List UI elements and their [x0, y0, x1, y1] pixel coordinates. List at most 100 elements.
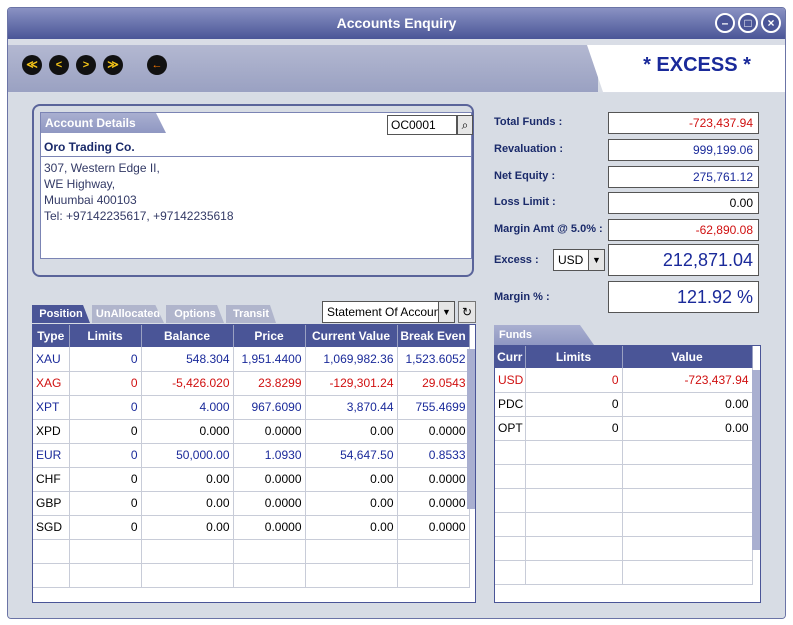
cell-break-even: 0.0000 — [397, 419, 470, 444]
table-row[interactable]: XPD 0 0.000 0.0000 0.00 0.0000 — [33, 419, 470, 444]
cell-limits: 0 — [525, 368, 623, 393]
account-details-panel: Account Details OC0001 ⌕ Oro Trading Co.… — [32, 104, 474, 277]
close-button[interactable]: × — [761, 13, 781, 33]
revaluation-value: 999,199.06 — [608, 139, 759, 161]
cell-type: CHF — [33, 467, 70, 492]
tab-unallocated[interactable]: UnAllocated — [92, 305, 164, 323]
refresh-icon: ↻ — [461, 305, 473, 319]
empty-row — [495, 488, 753, 513]
cell-current-value: 54,647.50 — [305, 443, 398, 468]
window-title: Accounts Enquiry — [336, 15, 457, 31]
empty-row — [495, 560, 753, 585]
last-record-button[interactable]: ≫ — [103, 55, 123, 75]
previous-record-button[interactable]: < — [49, 55, 69, 75]
cell-current-value: 0.00 — [305, 467, 398, 492]
cell-break-even: 0.0000 — [397, 491, 470, 516]
funds-scrollbar[interactable] — [752, 370, 760, 550]
cell-current-value: 0.00 — [305, 491, 398, 516]
refresh-button[interactable]: ↻ — [458, 301, 476, 323]
excess-currency-value: USD — [558, 253, 584, 267]
cell-price: 0.0000 — [233, 419, 306, 444]
address-line-2: WE Highway, — [44, 177, 116, 191]
account-code-input[interactable]: OC0001 — [387, 115, 457, 135]
cell-limits: 0 — [69, 515, 142, 540]
cell-limits: 0 — [69, 347, 142, 372]
maximize-button[interactable]: □ — [738, 13, 758, 33]
table-row[interactable]: XAU 0 548.304 1,951.4400 1,069,982.36 1,… — [33, 347, 470, 372]
statement-select[interactable]: Statement Of Account ▼ — [322, 301, 455, 323]
cell-limits: 0 — [525, 416, 623, 441]
minimize-button[interactable]: – — [715, 13, 735, 33]
column-header-curr[interactable]: Curr — [495, 346, 526, 368]
table-row[interactable]: OPT 0 0.00 — [495, 416, 753, 441]
revaluation-label: Revaluation : — [494, 143, 564, 155]
funds-grid: Curr Limits Value USD 0 -723,437.94 PDC … — [494, 345, 761, 603]
tab-transit[interactable]: Transit — [226, 305, 276, 323]
column-header-value[interactable]: Value — [622, 346, 753, 368]
column-header-type[interactable]: Type — [33, 325, 70, 347]
account-details-label: Account Details — [41, 113, 166, 133]
search-icon[interactable]: ⌕ — [457, 115, 473, 135]
cell-limits: 0 — [69, 491, 142, 516]
empty-row — [495, 512, 753, 537]
margin-percent-value: 121.92 % — [608, 281, 759, 313]
net-equity-label: Net Equity : — [494, 170, 556, 182]
cell-balance: 0.000 — [141, 419, 234, 444]
cell-limits: 0 — [69, 371, 142, 396]
table-row[interactable]: EUR 0 50,000.00 1.0930 54,647.50 0.8533 — [33, 443, 470, 468]
column-header-limits[interactable]: Limits — [69, 325, 142, 347]
total-funds-value: -723,437.94 — [608, 112, 759, 134]
cell-type: XAG — [33, 371, 70, 396]
cell-balance: 0.00 — [141, 515, 234, 540]
cell-type: XPD — [33, 419, 70, 444]
table-row[interactable]: PDC 0 0.00 — [495, 392, 753, 417]
empty-row — [33, 539, 470, 564]
column-header-balance[interactable]: Balance — [141, 325, 234, 347]
cell-limits: 0 — [69, 443, 142, 468]
statement-select-value: Statement Of Account — [327, 305, 444, 319]
table-row[interactable]: GBP 0 0.00 0.0000 0.00 0.0000 — [33, 491, 470, 516]
column-header-limits[interactable]: Limits — [525, 346, 623, 368]
status-banner: * EXCESS * — [587, 45, 785, 92]
column-header-break-even[interactable]: Break Even — [397, 325, 470, 347]
cell-balance: 4.000 — [141, 395, 234, 420]
address-line-3: Muumbai 400103 — [44, 193, 137, 207]
margin-amount-value: -62,890.08 — [608, 219, 759, 241]
column-header-current-value[interactable]: Current Value — [305, 325, 398, 347]
cell-current-value: 0.00 — [305, 515, 398, 540]
tab-options[interactable]: Options — [166, 305, 224, 323]
maximize-icon: □ — [744, 16, 752, 30]
table-row[interactable]: XPT 0 4.000 967.6090 3,870.44 755.4699 — [33, 395, 470, 420]
table-row[interactable]: USD 0 -723,437.94 — [495, 368, 753, 393]
tab-position[interactable]: Position — [32, 305, 90, 323]
cell-balance: 50,000.00 — [141, 443, 234, 468]
excess-status-text: * EXCESS * — [643, 54, 751, 76]
cell-price: 0.0000 — [233, 515, 306, 540]
cell-type: GBP — [33, 491, 70, 516]
cell-value: 0.00 — [622, 392, 753, 417]
excess-currency-select[interactable]: USD ▼ — [553, 249, 605, 271]
table-row[interactable]: CHF 0 0.00 0.0000 0.00 0.0000 — [33, 467, 470, 492]
cell-break-even: 0.8533 — [397, 443, 470, 468]
telephone-line: Tel: +97142235617, +97142235618 — [44, 209, 234, 223]
cell-limits: 0 — [69, 419, 142, 444]
next-record-button[interactable]: > — [76, 55, 96, 75]
cell-limits: 0 — [69, 395, 142, 420]
position-scrollbar[interactable] — [467, 349, 475, 509]
margin-percent-label: Margin % : — [494, 291, 550, 303]
empty-row — [495, 536, 753, 561]
cell-value: 0.00 — [622, 416, 753, 441]
back-button[interactable]: ← — [147, 55, 167, 75]
cell-break-even: 1,523.6052 — [397, 347, 470, 372]
cell-break-even: 755.4699 — [397, 395, 470, 420]
table-row[interactable]: SGD 0 0.00 0.0000 0.00 0.0000 — [33, 515, 470, 540]
net-equity-value: 275,761.12 — [608, 166, 759, 188]
funds-table: Curr Limits Value USD 0 -723,437.94 PDC … — [495, 346, 753, 585]
accounts-enquiry-window: Accounts Enquiry – □ × ≪ < > ≫ ← * EXCES… — [7, 7, 786, 619]
nav-strip: ≪ < > ≫ ← — [8, 45, 598, 92]
column-header-price[interactable]: Price — [233, 325, 306, 347]
loss-limit-label: Loss Limit : — [494, 196, 556, 208]
first-record-button[interactable]: ≪ — [22, 55, 42, 75]
table-row[interactable]: XAG 0 -5,426.020 23.8299 -129,301.24 29.… — [33, 371, 470, 396]
cell-balance: -5,426.020 — [141, 371, 234, 396]
